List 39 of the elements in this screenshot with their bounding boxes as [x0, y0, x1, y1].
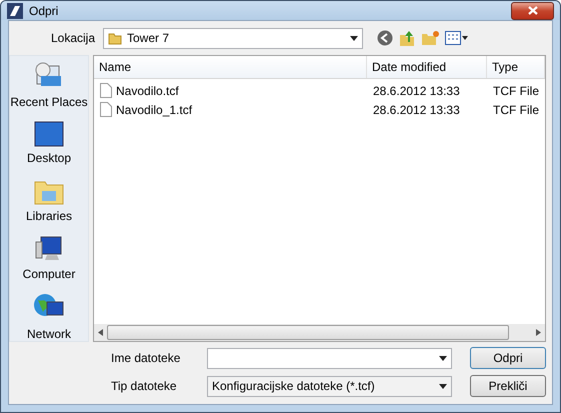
dropdown-arrow-icon[interactable] [350, 36, 358, 40]
open-button[interactable]: Odpri [470, 347, 546, 369]
sidebar-item[interactable]: Recent Places [10, 60, 88, 109]
dropdown-arrow-icon[interactable] [439, 356, 447, 360]
table-cell-text: 28.6.2012 13:33 [372, 102, 461, 116]
column-header[interactable]: Name [94, 56, 367, 78]
folder-icon [108, 31, 122, 45]
table-cell-text: TCF File [492, 102, 540, 116]
window-title: Odpri [29, 4, 60, 18]
new-folder-button[interactable] [421, 28, 439, 48]
file-name[interactable]: Navodilo_1.tcf [94, 102, 367, 117]
file-icon [100, 102, 112, 117]
column-header[interactable]: Date modified [367, 56, 487, 78]
horizontal-scrollbar[interactable] [94, 324, 545, 341]
file-icon [100, 83, 112, 98]
scroll-left-icon[interactable] [98, 329, 103, 336]
close-icon [528, 6, 538, 15]
file-name[interactable]: Navodilo.tcf [94, 83, 367, 98]
location-combo[interactable]: Tower 7 [103, 28, 363, 48]
filetype-label: Tip datoteke [110, 379, 178, 393]
filename-field[interactable] [207, 348, 452, 368]
filetype-dropdown[interactable]: Konfiguracijske datoteke (*.tcf) [207, 376, 452, 396]
sidebar-item[interactable]: Network [26, 292, 71, 341]
back-button[interactable] [377, 28, 393, 48]
view-menu-button[interactable] [445, 28, 469, 48]
sidebar-item[interactable]: Computer [22, 234, 76, 281]
filename-label: Ime datoteke [110, 351, 182, 365]
location-label: Lokacija [50, 31, 96, 45]
app-icon [7, 2, 23, 18]
sidebar-item[interactable]: Desktop [26, 120, 72, 165]
sidebar-item[interactable]: Libraries [26, 176, 72, 223]
table-cell-text: TCF File [492, 84, 540, 98]
desktop-icon [33, 120, 65, 148]
column-header[interactable]: Type [487, 56, 545, 78]
close-button[interactable] [511, 2, 554, 20]
dropdown-arrow-icon[interactable] [439, 384, 447, 388]
table-cell-text: 28.6.2012 13:33 [372, 84, 461, 98]
scroll-right-icon[interactable] [536, 329, 541, 336]
cancel-button[interactable]: Prekliči [470, 375, 546, 397]
